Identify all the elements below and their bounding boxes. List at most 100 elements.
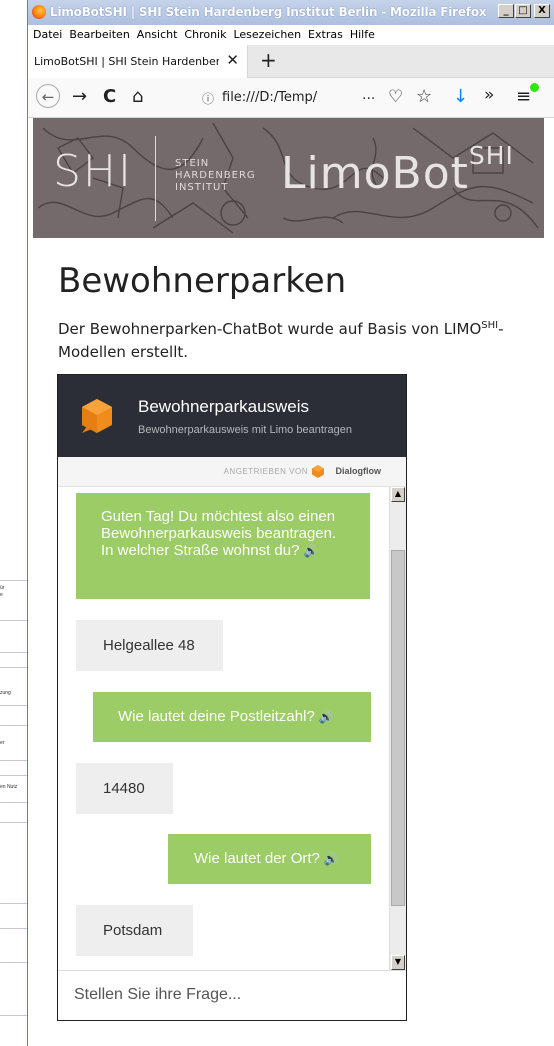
shi-logo-text: SHI	[53, 146, 133, 197]
tab-limobotshi[interactable]: LimoBotSHI | SHI Stein Hardenberg Instit…	[28, 45, 248, 78]
message-text: Helgeallee 48	[103, 637, 195, 654]
hamburger-menu-icon[interactable]: ≡	[516, 86, 531, 107]
page-title: Bewohnerparken	[58, 261, 347, 301]
institute-name: STEIN HARDENBERG INSTITUT	[175, 158, 256, 194]
divider	[0, 1015, 27, 1016]
background-text: zung	[0, 690, 11, 696]
message-text: Potsdam	[103, 922, 163, 939]
header-banner: SHI STEIN HARDENBERG INSTITUT LimoBotSHI	[33, 118, 544, 238]
institute-line: HARDENBERG	[175, 170, 256, 181]
forward-button[interactable]: →	[72, 86, 87, 108]
limobot-text: LimoBot	[281, 148, 469, 199]
divider	[0, 903, 27, 904]
user-message: 14480	[76, 763, 173, 814]
speaker-icon[interactable]: 🔊	[303, 544, 318, 558]
menu-extras[interactable]: Extras	[308, 25, 343, 45]
scrollbar-thumb[interactable]	[391, 550, 405, 906]
info-icon[interactable]: ⓘ	[202, 90, 214, 107]
chat-scrollbar[interactable]: ▲ ▼	[389, 487, 406, 970]
menu-hilfe[interactable]: Hilfe	[350, 25, 375, 45]
tab-label: LimoBotSHI | SHI Stein Hardenberg Instit…	[34, 55, 219, 68]
window-controls: _ □ X	[498, 4, 550, 18]
divider	[0, 705, 27, 706]
message-text: Guten Tag! Du möchtest also einen Bewohn…	[101, 508, 337, 559]
divider	[0, 667, 27, 668]
window-title: LimoBotSHI | SHI Stein Hardenberg Instit…	[50, 5, 487, 19]
chat-subtitle: Bewohnerparkausweis mit Limo beantragen	[138, 424, 353, 436]
description-text: Der Bewohnerparken-ChatBot wurde auf Bas…	[58, 320, 482, 338]
url-bar[interactable]: ⓘ file:///D:/Temp/ ···	[172, 85, 384, 111]
divider	[0, 760, 27, 761]
reload-button[interactable]: C	[103, 86, 116, 108]
menu-lesezeichen[interactable]: Lesezeichen	[233, 25, 301, 45]
title-bar[interactable]: LimoBotSHI | SHI Stein Hardenberg Instit…	[28, 0, 554, 25]
message-text: Wie lautet deine Postleitzahl?	[118, 708, 315, 725]
bookmark-star-icon[interactable]: ☆	[416, 86, 432, 107]
menu-chronik[interactable]: Chronik	[184, 25, 226, 45]
limobot-logo-text: LimoBotSHI	[281, 141, 514, 199]
logo-separator	[155, 136, 156, 221]
background-text: er	[0, 740, 5, 746]
message-text: 14480	[103, 780, 145, 797]
divider	[0, 962, 27, 963]
tab-close-icon[interactable]: ✕	[226, 51, 239, 69]
powered-by-bar: ANGETRIEBEN VON Dialogflow	[58, 457, 406, 487]
menu-bar: Datei Bearbeiten Ansicht Chronik Lesezeichen…	[28, 25, 554, 45]
minimize-button[interactable]: _	[498, 4, 514, 18]
download-icon[interactable]: ↓	[453, 86, 468, 107]
speaker-icon[interactable]: 🔊	[319, 710, 334, 724]
dialogflow-logo-icon	[312, 465, 324, 478]
institute-line: STEIN	[175, 158, 210, 169]
scroll-up-arrow-icon[interactable]: ▲	[391, 487, 405, 502]
speaker-icon[interactable]: 🔊	[324, 852, 339, 866]
firefox-window: LimoBotSHI | SHI Stein Hardenberg Instit…	[27, 0, 554, 1046]
close-button[interactable]: X	[534, 4, 550, 18]
maximize-button[interactable]: □	[515, 4, 531, 18]
divider	[0, 928, 27, 929]
chat-header: Bewohnerparkausweis Bewohnerparkausweis …	[58, 375, 406, 457]
limobot-superscript: SHI	[468, 141, 514, 171]
pocket-icon[interactable]: ♡	[388, 86, 403, 108]
divider	[0, 802, 27, 803]
chat-title: Bewohnerparkausweis	[138, 397, 310, 416]
page-description: Der Bewohnerparken-ChatBot wurde auf Bas…	[58, 314, 518, 364]
chat-widget: Bewohnerparkausweis Bewohnerparkausweis …	[57, 374, 407, 1021]
navigation-bar: ← → C ⌂ ⓘ file:///D:/Temp/ ··· ♡ ☆ ↓ » ≡	[28, 78, 554, 118]
description-superscript: SHI	[481, 320, 499, 331]
bot-message: Wie lautet deine Postleitzahl? 🔊	[93, 692, 371, 742]
page-actions-button[interactable]: ···	[362, 91, 375, 107]
new-tab-button[interactable]: +	[260, 48, 277, 72]
page-content: SHI STEIN HARDENBERG INSTITUT LimoBotSHI…	[28, 118, 554, 1046]
bot-message: Guten Tag! Du möchtest also einen Bewohn…	[76, 493, 370, 599]
divider	[0, 580, 27, 581]
scroll-down-arrow-icon[interactable]: ▼	[391, 955, 405, 970]
url-text[interactable]: file:///D:/Temp/	[222, 90, 317, 105]
message-text: Wie lautet der Ort?	[194, 850, 320, 867]
menu-bearbeiten[interactable]: Bearbeiten	[69, 25, 129, 45]
overflow-menu-button[interactable]: »	[484, 85, 494, 105]
institute-line: INSTITUT	[175, 182, 229, 193]
divider	[0, 775, 27, 776]
powered-by-label: ANGETRIEBEN VON	[223, 467, 308, 476]
menu-ansicht[interactable]: Ansicht	[137, 25, 178, 45]
user-message: Helgeallee 48	[76, 620, 223, 671]
bot-message: Wie lautet der Ort? 🔊	[168, 834, 371, 884]
background-text: en Nutz	[0, 784, 18, 790]
update-badge-icon	[530, 83, 539, 92]
tab-strip: LimoBotSHI | SHI Stein Hardenberg Instit…	[28, 45, 554, 78]
background-document: ür e zung er en Nutz	[0, 0, 27, 1046]
back-button[interactable]: ←	[36, 84, 60, 108]
user-message: Potsdam	[76, 905, 193, 956]
divider	[0, 725, 27, 726]
chat-messages[interactable]: Guten Tag! Du möchtest also einen Bewohn…	[58, 487, 389, 970]
divider	[0, 620, 27, 621]
background-text: e	[0, 592, 3, 598]
chatbot-cube-icon	[82, 399, 112, 433]
question-input[interactable]	[74, 986, 374, 1004]
divider	[0, 822, 27, 823]
menu-datei[interactable]: Datei	[33, 25, 62, 45]
home-button[interactable]: ⌂	[132, 86, 143, 108]
dialogflow-name[interactable]: Dialogflow	[336, 466, 382, 476]
firefox-logo-icon	[32, 5, 46, 19]
divider	[0, 652, 27, 653]
